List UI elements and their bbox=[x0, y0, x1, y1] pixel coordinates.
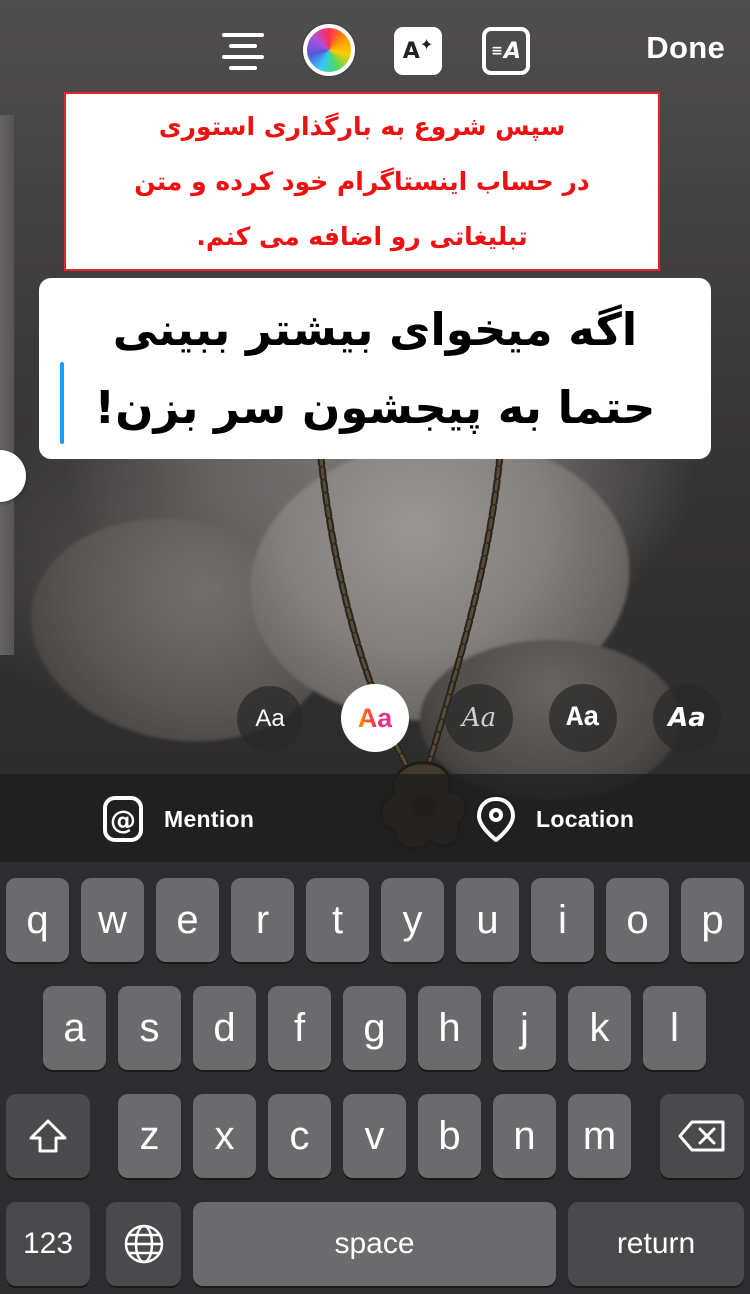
key-c[interactable]: c bbox=[268, 1094, 331, 1178]
text-align-button[interactable] bbox=[219, 26, 267, 76]
font-style-label: Aa bbox=[461, 703, 497, 733]
key-r[interactable]: r bbox=[231, 878, 294, 962]
text-cursor bbox=[60, 362, 64, 444]
key-e[interactable]: e bbox=[156, 878, 219, 962]
font-modern-button[interactable]: Aa bbox=[341, 684, 409, 752]
key-t[interactable]: t bbox=[306, 878, 369, 962]
key-k[interactable]: k bbox=[568, 986, 631, 1070]
key-p[interactable]: p bbox=[681, 878, 744, 962]
key-i[interactable]: i bbox=[531, 878, 594, 962]
key-x[interactable]: x bbox=[193, 1094, 256, 1178]
text-color-button[interactable] bbox=[303, 24, 355, 76]
key-y[interactable]: y bbox=[381, 878, 444, 962]
location-button[interactable]: Location bbox=[474, 794, 634, 844]
at-sign-icon: @ bbox=[103, 796, 143, 842]
shift-key[interactable] bbox=[6, 1094, 90, 1178]
text-animation-icon: ≡ A bbox=[482, 27, 530, 75]
key-s[interactable]: s bbox=[118, 986, 181, 1070]
font-style-label: Aa bbox=[668, 703, 706, 733]
font-style-label: Aa bbox=[255, 705, 285, 732]
key-a[interactable]: a bbox=[43, 986, 106, 1070]
globe-icon bbox=[124, 1224, 163, 1264]
font-classic-button[interactable]: Aa bbox=[237, 686, 303, 752]
font-style-label: Aa bbox=[357, 702, 393, 733]
key-d[interactable]: d bbox=[193, 986, 256, 1070]
ios-keyboard: q w e r t y u i o p a s d f g h j k l z … bbox=[0, 862, 750, 1294]
key-l[interactable]: l bbox=[643, 986, 706, 1070]
svg-text:@: @ bbox=[110, 806, 136, 836]
key-z[interactable]: z bbox=[118, 1094, 181, 1178]
font-style-label: Aa bbox=[566, 702, 600, 734]
done-button[interactable]: Done bbox=[646, 30, 725, 74]
backspace-key[interactable] bbox=[660, 1094, 744, 1178]
space-key[interactable]: space bbox=[193, 1202, 556, 1286]
location-pin-icon bbox=[477, 797, 515, 842]
key-n[interactable]: n bbox=[493, 1094, 556, 1178]
key-f[interactable]: f bbox=[268, 986, 331, 1070]
tutorial-annotation-box: سپس شروع به بارگذاری استوری در حساب اینس… bbox=[64, 92, 660, 271]
shift-arrow-icon bbox=[29, 1119, 67, 1153]
font-neon-button[interactable]: Aa bbox=[445, 684, 513, 752]
key-v[interactable]: v bbox=[343, 1094, 406, 1178]
backspace-icon bbox=[678, 1120, 725, 1152]
color-wheel-icon bbox=[303, 24, 355, 76]
key-b[interactable]: b bbox=[418, 1094, 481, 1178]
numbers-key[interactable]: 123 bbox=[6, 1202, 90, 1286]
location-label: Location bbox=[536, 805, 635, 832]
quick-sticker-bar: @ Mention Location bbox=[0, 774, 750, 862]
text-effects-button[interactable]: A ✦ bbox=[393, 26, 443, 76]
key-g[interactable]: g bbox=[343, 986, 406, 1070]
globe-key[interactable] bbox=[106, 1202, 181, 1286]
text-align-icon bbox=[222, 33, 264, 70]
key-q[interactable]: q bbox=[6, 878, 69, 962]
key-o[interactable]: o bbox=[606, 878, 669, 962]
font-typewriter-button[interactable]: Aa bbox=[549, 684, 617, 752]
key-m[interactable]: m bbox=[568, 1094, 631, 1178]
key-h[interactable]: h bbox=[418, 986, 481, 1070]
annotation-line: تبلیغاتی رو اضافه می کنم. bbox=[196, 222, 528, 251]
text-animation-button[interactable]: ≡ A bbox=[481, 26, 531, 76]
story-text-line: اگه میخوای بیشتر ببینی bbox=[112, 302, 638, 356]
key-j[interactable]: j bbox=[493, 986, 556, 1070]
story-text-line: حتما به پیجشون سر بزن! bbox=[94, 380, 656, 434]
return-key[interactable]: return bbox=[568, 1202, 744, 1286]
mention-button[interactable]: @ Mention bbox=[100, 794, 254, 844]
font-strong-button[interactable]: Aa bbox=[653, 684, 721, 752]
annotation-line: در حساب اینستاگرام خود کرده و متن bbox=[134, 167, 590, 196]
key-w[interactable]: w bbox=[81, 878, 144, 962]
annotation-line: سپس شروع به بارگذاری استوری bbox=[158, 112, 566, 141]
mention-label: Mention bbox=[164, 805, 255, 832]
key-u[interactable]: u bbox=[456, 878, 519, 962]
text-effects-icon: A ✦ bbox=[394, 27, 442, 75]
story-text-field[interactable]: اگه میخوای بیشتر ببینی حتما به پیجشون سر… bbox=[39, 278, 711, 459]
